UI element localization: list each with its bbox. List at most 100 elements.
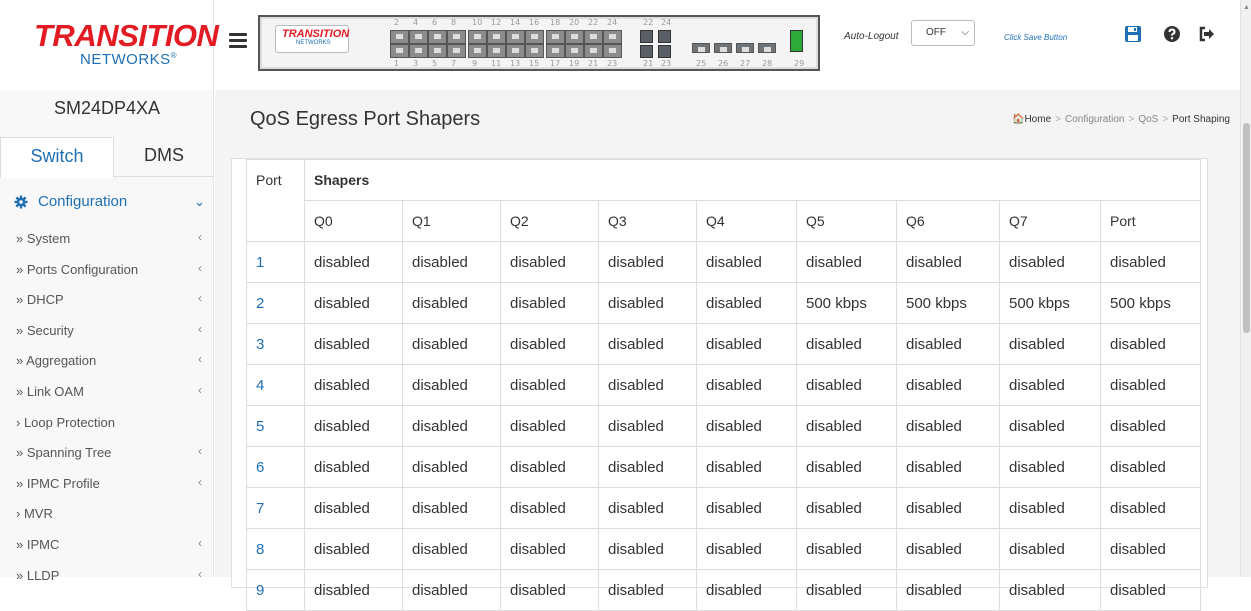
port-number-label: 3	[413, 59, 419, 68]
switch-port[interactable]	[390, 30, 409, 44]
shaper-value-cell: disabled	[402, 405, 501, 447]
sidebar-menu-item[interactable]: » IPMC Profile ‹	[0, 468, 214, 498]
switch-port[interactable]	[546, 30, 565, 44]
switch-port[interactable]	[487, 30, 506, 44]
port-link[interactable]: 2	[246, 282, 305, 324]
port-link[interactable]: 8	[246, 528, 305, 570]
page-scrollbar[interactable]: ▲	[1240, 0, 1251, 577]
port-number-label: 26	[718, 59, 729, 68]
switch-port[interactable]	[487, 44, 506, 58]
menu-configuration[interactable]: Configuration ⌄	[0, 186, 214, 220]
sidebar-menu-item[interactable]: › MVR	[0, 498, 214, 528]
switch-port[interactable]	[447, 30, 466, 44]
port-link[interactable]: 7	[246, 487, 305, 529]
sfp-plus-port[interactable]	[758, 43, 776, 53]
shaper-value-cell: disabled	[1100, 323, 1201, 365]
sfp-port[interactable]	[640, 45, 653, 58]
switch-port[interactable]	[525, 44, 544, 58]
shaper-value-cell: disabled	[796, 569, 897, 611]
switch-port[interactable]	[565, 30, 584, 44]
sfp-port[interactable]	[640, 30, 653, 43]
switch-port[interactable]	[428, 30, 447, 44]
shaper-value-cell: disabled	[598, 487, 697, 529]
switch-port[interactable]	[468, 30, 487, 44]
port-number-label: 12	[491, 18, 502, 27]
sfp-plus-port[interactable]	[692, 43, 710, 53]
sidebar-menu-item[interactable]: » IPMC ‹	[0, 529, 214, 559]
tab-switch[interactable]: Switch	[0, 137, 114, 178]
main-content: QoS Egress Port Shapers 🏠Home > Configurat…	[215, 90, 1240, 611]
port-number-label: 19	[569, 59, 580, 68]
scroll-thumb[interactable]	[1243, 123, 1250, 333]
shaper-value-cell: disabled	[696, 446, 797, 488]
switch-port[interactable]	[409, 30, 428, 44]
sidebar-menu-item[interactable]: » System ‹	[0, 223, 214, 253]
port-number-label: 22	[643, 18, 654, 27]
port-link[interactable]: 9	[246, 569, 305, 611]
breadcrumb-configuration[interactable]: Configuration	[1065, 114, 1124, 125]
chevron-left-icon: ‹	[198, 230, 202, 244]
save-icon[interactable]	[1124, 25, 1142, 43]
sfp-plus-port[interactable]	[714, 43, 732, 53]
autologout-label: Auto-Logout	[844, 31, 899, 42]
sidebar-menu-item[interactable]: » Ports Configuration ‹	[0, 254, 214, 284]
shaper-value-cell: disabled	[999, 487, 1101, 529]
switch-port[interactable]	[409, 44, 428, 58]
sidebar-menu-item[interactable]: » Spanning Tree ‹	[0, 437, 214, 467]
sidebar-menu-item[interactable]: › Loop Protection	[0, 407, 214, 437]
port-number-label: 17	[550, 59, 561, 68]
chevron-left-icon: ‹	[198, 352, 202, 367]
port-29-link-up[interactable]	[790, 30, 803, 52]
column-header: Q5	[796, 200, 897, 242]
switch-port[interactable]	[447, 44, 466, 58]
sidebar-menu-item[interactable]: » Link OAM ‹	[0, 376, 214, 406]
shaper-value-cell: 500 kbps	[999, 282, 1101, 324]
sidebar-menu-item-label: » Link OAM	[16, 384, 84, 399]
port-number-label: 10	[472, 18, 483, 27]
shaper-value-cell: disabled	[500, 528, 599, 570]
sidebar-menu-item[interactable]: » Aggregation ‹	[0, 345, 214, 375]
sidebar-menu-item[interactable]: » Security ‹	[0, 315, 214, 345]
tab-dms[interactable]: DMS	[114, 137, 214, 177]
port-link[interactable]: 1	[246, 241, 305, 283]
autologout-select[interactable]: OFF ⌵	[911, 20, 975, 46]
switch-port[interactable]	[565, 44, 584, 58]
logo-text: TRANSITION	[34, 18, 219, 53]
shaper-value-cell: disabled	[896, 364, 1000, 406]
sfp-port[interactable]	[658, 45, 671, 58]
sidebar-menu-item[interactable]: » DHCP ‹	[0, 284, 214, 314]
port-link[interactable]: 4	[246, 364, 305, 406]
switch-port[interactable]	[525, 30, 544, 44]
switch-port[interactable]	[506, 44, 525, 58]
port-link[interactable]: 5	[246, 405, 305, 447]
breadcrumb-qos[interactable]: QoS	[1138, 114, 1158, 125]
shaper-value-cell: disabled	[696, 405, 797, 447]
shaper-value-cell: disabled	[500, 282, 599, 324]
column-header: Q7	[999, 200, 1101, 242]
switch-port[interactable]	[506, 30, 525, 44]
shaper-value-cell: disabled	[896, 446, 1000, 488]
switch-port[interactable]	[546, 44, 565, 58]
save-link[interactable]: Click Save Button	[1004, 33, 1067, 42]
sfp-plus-port[interactable]	[736, 43, 754, 53]
port-link[interactable]: 6	[246, 446, 305, 488]
scroll-up-arrow-icon[interactable]: ▲	[1243, 4, 1250, 11]
port-number-label: 5	[432, 59, 438, 68]
shaper-value-cell: disabled	[796, 405, 897, 447]
logout-icon[interactable]	[1198, 25, 1216, 43]
switch-port[interactable]	[428, 44, 447, 58]
help-icon[interactable]	[1163, 25, 1181, 43]
switch-port[interactable]	[390, 44, 409, 58]
switch-port[interactable]	[603, 44, 622, 58]
sfp-port[interactable]	[658, 30, 671, 43]
switch-port[interactable]	[584, 44, 603, 58]
switch-port[interactable]	[603, 30, 622, 44]
menu-toggle-icon[interactable]	[229, 33, 247, 49]
chevron-left-icon: ‹	[198, 444, 202, 459]
port-link[interactable]: 3	[246, 323, 305, 365]
port-number-label: 28	[762, 59, 773, 68]
breadcrumb-home[interactable]: Home	[1024, 114, 1051, 125]
switch-port[interactable]	[468, 44, 487, 58]
sidebar-menu-item[interactable]: » LLDP ‹	[0, 560, 214, 590]
switch-port[interactable]	[584, 30, 603, 44]
